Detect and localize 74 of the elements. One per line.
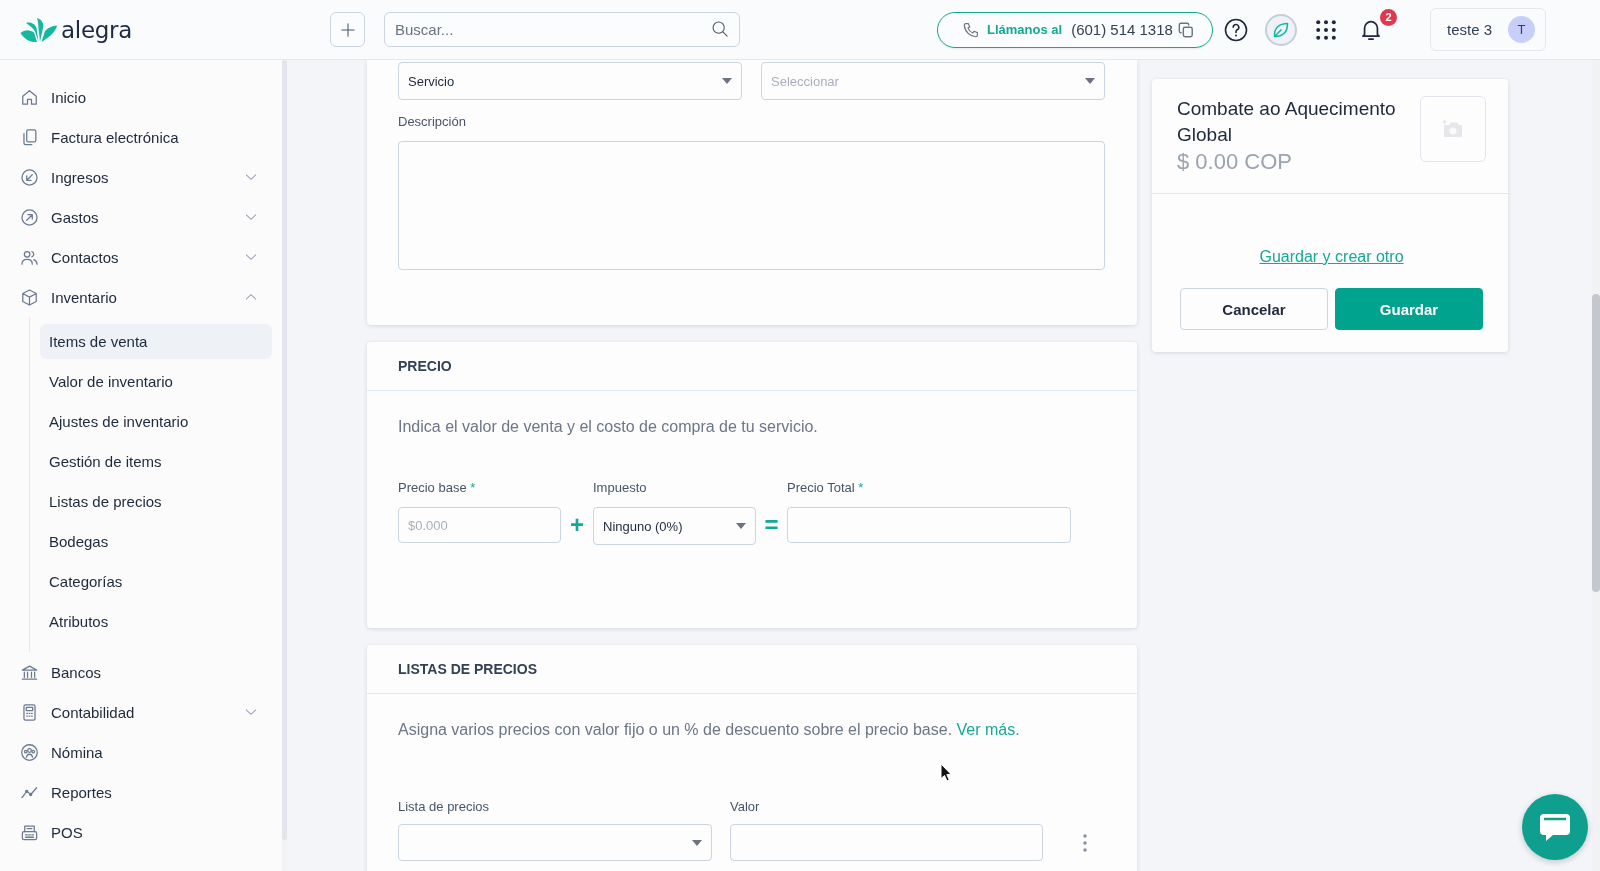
item-title: Combate ao Aquecimento Global xyxy=(1177,97,1397,147)
sidebar-item[interactable]: Contactos xyxy=(0,237,282,277)
add-button[interactable] xyxy=(330,12,365,47)
field-label: Descripción xyxy=(398,113,467,130)
sidebar-item[interactable]: Inicio xyxy=(0,77,282,117)
section-title: LISTAS DE PRECIOS xyxy=(398,661,537,677)
item-price: $ 0.00 COP xyxy=(1177,149,1293,175)
section-description: Asigna varios precios con valor fijo o un % de descuento sobre el precio base. Ver más. xyxy=(398,720,1021,740)
call-button[interactable]: Llámanos al (601) 514 1318 xyxy=(937,11,1213,48)
sidebar-item[interactable]: Factura electrónica xyxy=(0,117,282,157)
image-upload-box[interactable] xyxy=(1420,96,1486,162)
secondary-button[interactable]: Cancelar xyxy=(1180,288,1328,330)
field-label: Precio base * xyxy=(398,480,477,496)
input-field[interactable] xyxy=(730,824,1043,861)
people-circle-icon xyxy=(20,742,39,762)
section-title: PRECIO xyxy=(398,358,452,374)
caret-icon xyxy=(736,523,746,529)
leaf-icon[interactable] xyxy=(1265,13,1297,46)
logo-icon xyxy=(20,16,58,43)
sidebar-item[interactable]: Ingresos xyxy=(0,157,282,197)
bell-icon[interactable] xyxy=(1362,19,1380,40)
sidebar-subitem[interactable]: Bodegas xyxy=(40,524,272,559)
caret-icon xyxy=(1085,78,1095,84)
sidebar-subitem[interactable]: Gestión de items xyxy=(40,444,272,479)
sidebar-item[interactable]: Reportes xyxy=(0,772,282,812)
sidebar-subitem[interactable]: Atributos xyxy=(40,604,272,639)
home-icon xyxy=(20,87,39,107)
sidebar-item[interactable]: Gastos xyxy=(0,197,282,237)
dropdown-field[interactable]: Ninguno (0%) xyxy=(593,507,756,545)
description-field[interactable] xyxy=(398,141,1105,270)
chat-bubble-icon xyxy=(1538,811,1572,843)
sidebar-subitem[interactable]: Valor de inventario xyxy=(40,364,272,399)
sidebar-item[interactable]: Nómina xyxy=(0,732,282,772)
field-label: Lista de precios xyxy=(398,799,491,815)
operator-sign: = xyxy=(763,510,780,540)
logo-text: alegra xyxy=(61,15,132,45)
search-field[interactable]: Buscar... xyxy=(384,12,740,47)
chat-button[interactable] xyxy=(1522,794,1588,860)
operator-sign: + xyxy=(569,510,585,540)
input-field[interactable]: $0.000 xyxy=(398,507,561,543)
caret-icon xyxy=(692,840,702,846)
sidebar-item[interactable]: Inventario xyxy=(0,277,282,317)
user-menu-button[interactable]: teste 3 T xyxy=(1430,8,1546,51)
documents-icon xyxy=(20,127,39,147)
vertical-dots-icon[interactable] xyxy=(1083,834,1087,852)
avatar: T xyxy=(1508,16,1535,43)
field-label: Impuesto xyxy=(593,480,648,496)
dropdown-field[interactable] xyxy=(398,824,712,861)
caret-icon xyxy=(722,78,732,84)
phone-icon xyxy=(962,20,980,39)
scrollbar-thumb[interactable] xyxy=(1592,294,1600,592)
help-icon[interactable] xyxy=(1224,17,1248,42)
apps-grid-icon[interactable] xyxy=(1316,19,1336,40)
sidebar-item[interactable]: POS xyxy=(0,812,282,852)
sidebar-subitem[interactable]: Items de venta xyxy=(40,324,272,359)
field-label: Precio Total * xyxy=(787,480,865,496)
search-icon xyxy=(712,21,728,37)
calculator-icon xyxy=(20,702,39,722)
scrollbar-thumb[interactable] xyxy=(282,60,287,840)
dropdown-field[interactable]: Servicio xyxy=(398,62,742,100)
field-label: Valor xyxy=(730,799,761,815)
copy-icon[interactable] xyxy=(1177,21,1194,38)
sidebar-item[interactable]: Contabilidad xyxy=(0,692,282,732)
plus-icon xyxy=(340,22,355,37)
input-field[interactable] xyxy=(787,507,1071,543)
sidebar-item[interactable]: Bancos xyxy=(0,652,282,692)
sidebar-subitem[interactable]: Listas de precios xyxy=(40,484,272,519)
sidebar-subitem[interactable]: Ajustes de inventario xyxy=(40,404,272,439)
section-description: Indica el valor de venta y el costo de compra de tu servicio. xyxy=(398,417,819,437)
box-icon xyxy=(20,287,39,307)
sidebar-subitem[interactable]: Categorías xyxy=(40,564,272,599)
mouse-pointer-icon xyxy=(940,763,952,782)
notification-badge: 2 xyxy=(1380,9,1397,26)
camera-icon xyxy=(1441,119,1465,139)
